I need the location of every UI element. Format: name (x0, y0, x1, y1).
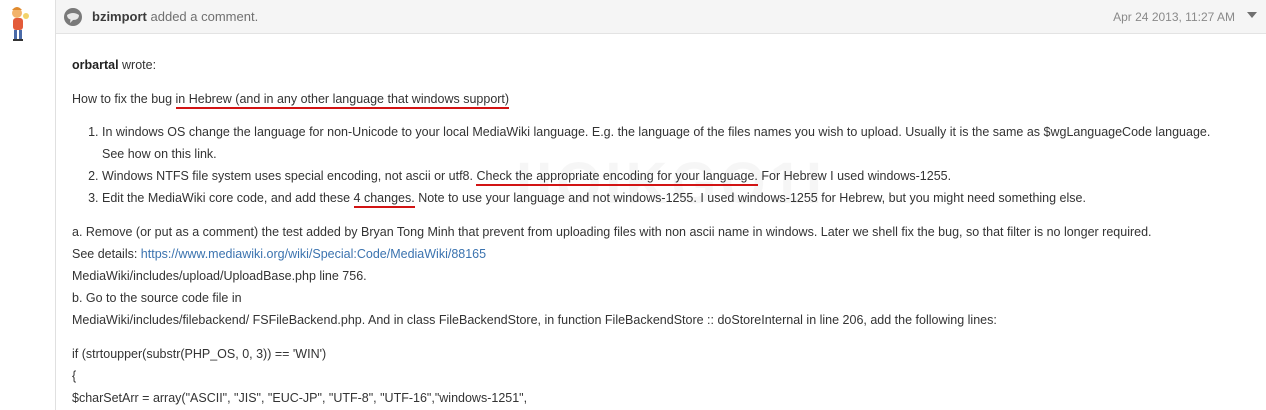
step-2-underlined: Check the appropriate encoding for your … (476, 169, 758, 186)
quote-attribution: orbartal wrote: (72, 54, 1262, 76)
step-3-post: Note to use your language and not window… (414, 191, 1086, 205)
section-a-details: See details: https://www.mediawiki.org/w… (72, 243, 1262, 265)
user-avatar[interactable] (6, 4, 32, 42)
code-line-2: { (72, 369, 77, 383)
username-link[interactable]: bzimport (92, 9, 147, 24)
avatar-gutter (0, 0, 48, 410)
step-1-link-line[interactable]: See how on this link. (102, 147, 217, 161)
list-item: Edit the MediaWiki core code, and add th… (102, 187, 1262, 209)
step-2-post: For Hebrew I used windows-1255. (757, 169, 952, 183)
quote-wrote: wrote: (122, 58, 157, 72)
details-link[interactable]: https://www.mediawiki.org/wiki/Special:C… (141, 247, 486, 261)
intro-paragraph: How to fix the bug in Hebrew (and in any… (72, 88, 1262, 110)
comment-action: added a comment. (150, 9, 259, 24)
comment-block: bzimport added a comment. Apr 24 2013, 1… (55, 0, 1266, 410)
section-a-line3: MediaWiki/includes/upload/UploadBase.php… (72, 269, 367, 283)
details-label: See details: (72, 247, 141, 261)
intro-text: How to fix the bug (72, 92, 176, 106)
section-b-line2: MediaWiki/includes/filebackend/ FSFileBa… (72, 313, 997, 327)
comment-body: orbartal wrote: How to fix the bug in He… (72, 54, 1262, 409)
step-3-pre: Edit the MediaWiki core code, and add th… (102, 191, 354, 205)
code-line-3: $charSetArr = array("ASCII", "JIS", "EUC… (72, 391, 528, 405)
comment-header-text: bzimport added a comment. (92, 9, 258, 24)
step-3-underlined: 4 changes. (353, 191, 415, 208)
chevron-down-icon[interactable] (1247, 12, 1257, 18)
step-2-pre: Windows NTFS file system uses special en… (102, 169, 477, 183)
section-a-line1: a. Remove (or put as a comment) the test… (72, 225, 1152, 239)
comment-header: bzimport added a comment. Apr 24 2013, 1… (56, 0, 1266, 34)
comment-timestamp[interactable]: Apr 24 2013, 11:27 AM (1113, 10, 1235, 24)
speech-bubble-icon (64, 8, 82, 26)
section-b-line1: b. Go to the source code file in (72, 291, 242, 305)
quote-author: orbartal (72, 58, 119, 72)
intro-underlined: in Hebrew (and in any other language tha… (175, 92, 510, 109)
step-1-text: In windows OS change the language for no… (102, 125, 1211, 139)
list-item: In windows OS change the language for no… (102, 121, 1262, 165)
steps-list: In windows OS change the language for no… (72, 121, 1262, 209)
code-line-1: if (strtoupper(substr(PHP_OS, 0, 3)) == … (72, 347, 327, 361)
list-item: Windows NTFS file system uses special en… (102, 165, 1262, 187)
